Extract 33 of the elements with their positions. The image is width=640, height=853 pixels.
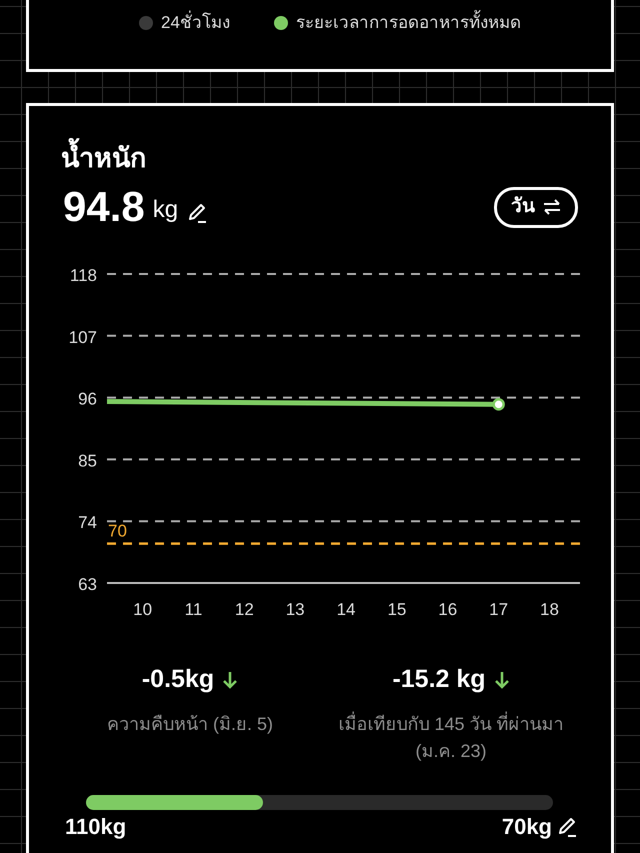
change-value: -15.2 kg [392,664,486,696]
x-tick-label: 16 [438,600,458,620]
x-tick-label: 14 [336,600,356,620]
change-caption: เมื่อเทียบกับ 145 วัน ที่ผ่านมา (ม.ค. 23) [337,710,565,763]
weight-value: 94.8 [63,186,145,228]
y-tick-label: 118 [70,266,97,286]
x-tick-label: 18 [540,600,559,620]
data-point [492,398,505,411]
legend-label: 24ชั่วโมง [161,10,230,36]
down-arrow-icon [494,671,510,690]
x-tick-label: 15 [387,600,406,620]
legend-label: ระยะเวลาการอดอาหารทั้งหมด [296,10,521,36]
period-button[interactable]: วัน [494,187,578,228]
x-tick-label: 11 [184,600,202,620]
edit-icon[interactable] [186,202,208,224]
edit-icon[interactable] [556,816,578,838]
change-value: -0.5kg [142,664,214,696]
x-tick-label: 10 [133,600,152,620]
x-tick-label: 13 [286,600,305,620]
start-weight: 110kg [65,816,126,838]
y-tick-label: 96 [78,390,97,409]
goal-weight: 70kg [502,816,552,838]
y-tick-label: 63 [78,575,97,594]
down-arrow-icon [222,671,238,690]
swap-icon [543,199,561,216]
target-label: 70 [108,522,127,542]
weight-unit: kg [152,195,178,226]
x-tick-label: 12 [234,600,254,620]
y-tick-label: 74 [78,514,97,533]
change-caption: ความคืบหน้า (มิ.ย. 5) [106,712,273,736]
y-tick-label: 107 [68,328,97,348]
y-tick-label: 85 [78,452,97,471]
x-tick-label: 17 [489,600,508,620]
